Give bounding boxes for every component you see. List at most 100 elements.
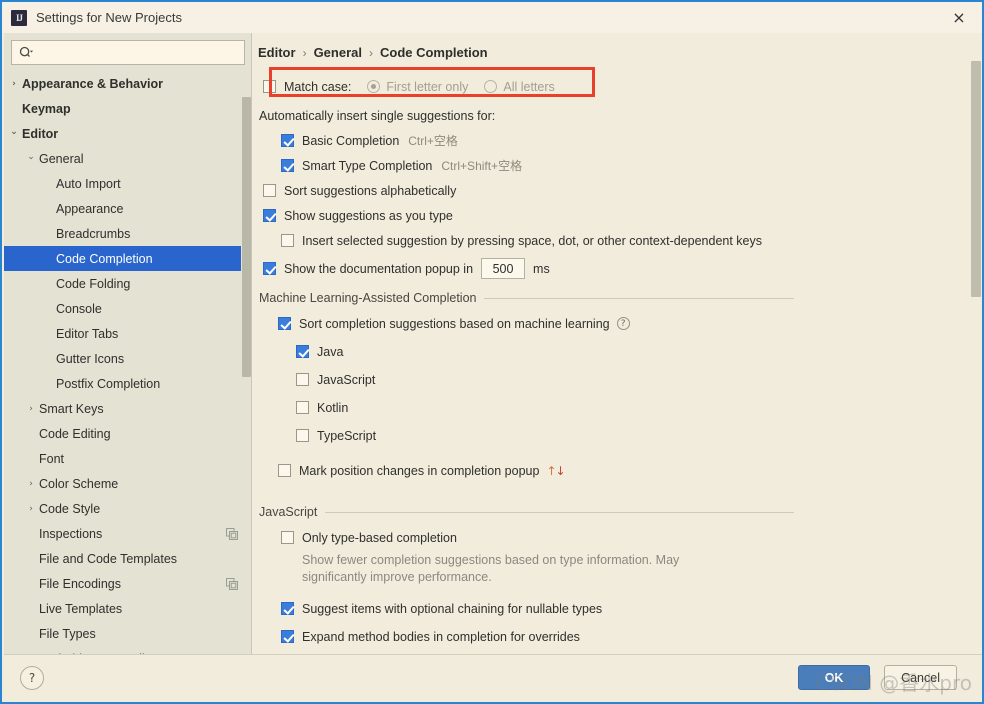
sidebar-item-live-templates[interactable]: Live Templates xyxy=(4,596,252,621)
all-letters-radio[interactable] xyxy=(484,80,498,93)
insert-selected-checkbox[interactable] xyxy=(281,234,294,247)
sort-ml-row: Sort completion suggestions based on mac… xyxy=(278,311,964,336)
window-title: Settings for New Projects xyxy=(36,10,182,25)
doc-popup-label: Show the documentation popup in xyxy=(284,261,474,276)
doc-popup-unit: ms xyxy=(533,261,550,276)
sidebar-item-appearance-behavior[interactable]: › Appearance & Behavior xyxy=(4,71,252,96)
sidebar-item-label: Code Folding xyxy=(56,276,131,291)
ml-lang-javascript-row: JavaScript xyxy=(296,367,964,392)
only-type-based-description: Show fewer completion suggestions based … xyxy=(302,553,680,584)
sidebar-item-gutter-icons[interactable]: Gutter Icons xyxy=(4,346,252,371)
title-bar: IJ Settings for New Projects × xyxy=(2,2,982,33)
sidebar-item-label: Color Scheme xyxy=(39,476,119,491)
show-as-you-type-checkbox[interactable] xyxy=(263,209,276,222)
cancel-button[interactable]: Cancel xyxy=(884,665,957,690)
sort-ml-checkbox[interactable] xyxy=(278,317,291,330)
chevron-right-icon[interactable]: › xyxy=(25,503,37,515)
settings-tree[interactable]: › Appearance & Behavior Keymap ⌄ Editor ⌄ Gene… xyxy=(4,71,252,658)
sidebar-item-color-scheme[interactable]: › Color Scheme xyxy=(4,471,252,496)
sidebar-item-file-types[interactable]: File Types xyxy=(4,621,252,646)
mark-position-label: Mark position changes in completion popu… xyxy=(299,463,540,478)
chevron-down-icon[interactable]: ⌄ xyxy=(25,151,37,163)
sidebar-item-code-folding[interactable]: Code Folding xyxy=(4,271,252,296)
sidebar-item-label: Breadcrumbs xyxy=(56,226,131,241)
only-type-based-checkbox[interactable] xyxy=(281,531,294,544)
ml-lang-typescript-label: TypeScript xyxy=(317,428,377,443)
sidebar-item-file-and-code-templates[interactable]: File and Code Templates xyxy=(4,546,252,571)
sidebar-item-label: Editor xyxy=(22,126,59,141)
basic-completion-checkbox[interactable] xyxy=(281,134,294,147)
expand-method-bodies-checkbox[interactable] xyxy=(281,630,294,643)
sidebar-item-code-style[interactable]: › Code Style xyxy=(4,496,252,521)
insert-selected-row: Insert selected suggestion by pressing s… xyxy=(281,228,964,253)
help-icon[interactable]: ? xyxy=(616,317,630,330)
sidebar-scrollbar-thumb[interactable] xyxy=(242,97,251,377)
doc-popup-checkbox[interactable] xyxy=(263,262,276,275)
first-letter-only-radio[interactable] xyxy=(367,80,381,93)
ml-lang-javascript-checkbox[interactable] xyxy=(296,373,309,386)
search-input[interactable] xyxy=(33,41,244,64)
sidebar-item-label: Console xyxy=(56,301,102,316)
sidebar-item-label: Font xyxy=(39,451,65,466)
sidebar-item-breadcrumbs[interactable]: Breadcrumbs xyxy=(4,221,252,246)
ml-lang-typescript-checkbox[interactable] xyxy=(296,429,309,442)
settings-sidebar: › Appearance & Behavior Keymap ⌄ Editor ⌄ Gene… xyxy=(4,33,252,658)
breadcrumb-part-editor[interactable]: Editor xyxy=(258,45,296,60)
search-box[interactable] xyxy=(11,40,245,65)
breadcrumb-part-general[interactable]: General xyxy=(314,45,362,60)
intellij-idea-icon: IJ xyxy=(11,9,27,26)
close-icon[interactable]: × xyxy=(936,2,982,33)
sidebar-item-label: Live Templates xyxy=(39,601,123,616)
auto-insert-header: Automatically insert single suggestions … xyxy=(259,103,964,128)
first-letter-only-label: First letter only xyxy=(386,79,469,94)
detail-scrollbar[interactable] xyxy=(969,33,982,658)
sidebar-item-inspections[interactable]: Inspections xyxy=(4,521,252,546)
ml-lang-kotlin-checkbox[interactable] xyxy=(296,401,309,414)
mark-position-checkbox[interactable] xyxy=(278,464,291,477)
sidebar-item-font[interactable]: Font xyxy=(4,446,252,471)
ml-lang-java-checkbox[interactable] xyxy=(296,345,309,358)
basic-completion-shortcut: Ctrl+空格 xyxy=(408,134,458,148)
chevron-right-icon[interactable]: › xyxy=(25,478,37,490)
smart-type-completion-row: Smart Type Completion Ctrl+Shift+空格 xyxy=(281,153,964,178)
sidebar-item-label: Keymap xyxy=(22,101,71,116)
ml-lang-java-row: Java xyxy=(296,339,964,364)
sort-alphabetically-label: Sort suggestions alphabetically xyxy=(284,183,457,198)
optional-chaining-checkbox[interactable] xyxy=(281,602,294,615)
sidebar-item-postfix-completion[interactable]: Postfix Completion xyxy=(4,371,252,396)
only-type-based-row: Only type-based completion xyxy=(281,525,964,550)
sidebar-item-file-encodings[interactable]: File Encodings xyxy=(4,571,252,596)
chevron-down-icon[interactable]: ⌄ xyxy=(8,126,20,138)
sidebar-item-console[interactable]: Console xyxy=(4,296,252,321)
optional-chaining-label: Suggest items with optional chaining for… xyxy=(302,601,603,616)
sidebar-item-label: Inspections xyxy=(39,526,103,541)
sidebar-item-label: Auto Import xyxy=(56,176,121,191)
all-letters-label: All letters xyxy=(503,79,555,94)
sidebar-item-editor-tabs[interactable]: Editor Tabs xyxy=(4,321,252,346)
sidebar-item-smart-keys[interactable]: › Smart Keys xyxy=(4,396,252,421)
sidebar-item-appearance[interactable]: Appearance xyxy=(4,196,252,221)
sort-alphabetically-checkbox[interactable] xyxy=(263,184,276,197)
sidebar-item-general[interactable]: ⌄ General xyxy=(4,146,252,171)
doc-popup-delay-input[interactable] xyxy=(481,258,526,279)
smart-type-completion-checkbox[interactable] xyxy=(281,159,294,172)
copy-icon[interactable] xyxy=(226,577,238,590)
sidebar-item-editor[interactable]: ⌄ Editor xyxy=(4,121,252,146)
sidebar-item-keymap[interactable]: Keymap xyxy=(4,96,252,121)
sidebar-item-label: File Encodings xyxy=(39,576,121,591)
match-case-checkbox[interactable] xyxy=(263,80,276,93)
auto-insert-header-label: Automatically insert single suggestions … xyxy=(259,108,496,123)
sidebar-item-auto-import[interactable]: Auto Import xyxy=(4,171,252,196)
copy-icon[interactable] xyxy=(226,527,238,540)
help-button[interactable]: ? xyxy=(20,665,44,690)
sidebar-item-label: Smart Keys xyxy=(39,401,104,416)
sidebar-item-code-editing[interactable]: Code Editing xyxy=(4,421,252,446)
expand-method-bodies-label: Expand method bodies in completion for o… xyxy=(302,629,580,644)
sidebar-item-code-completion[interactable]: Code Completion xyxy=(4,246,252,271)
chevron-right-icon[interactable]: › xyxy=(8,78,20,90)
ml-lang-kotlin-row: Kotlin xyxy=(296,395,964,420)
ok-button[interactable]: OK xyxy=(798,665,871,690)
js-section-title: JavaScript xyxy=(259,505,318,519)
detail-scrollbar-thumb[interactable] xyxy=(971,61,981,297)
chevron-right-icon[interactable]: › xyxy=(25,403,37,415)
